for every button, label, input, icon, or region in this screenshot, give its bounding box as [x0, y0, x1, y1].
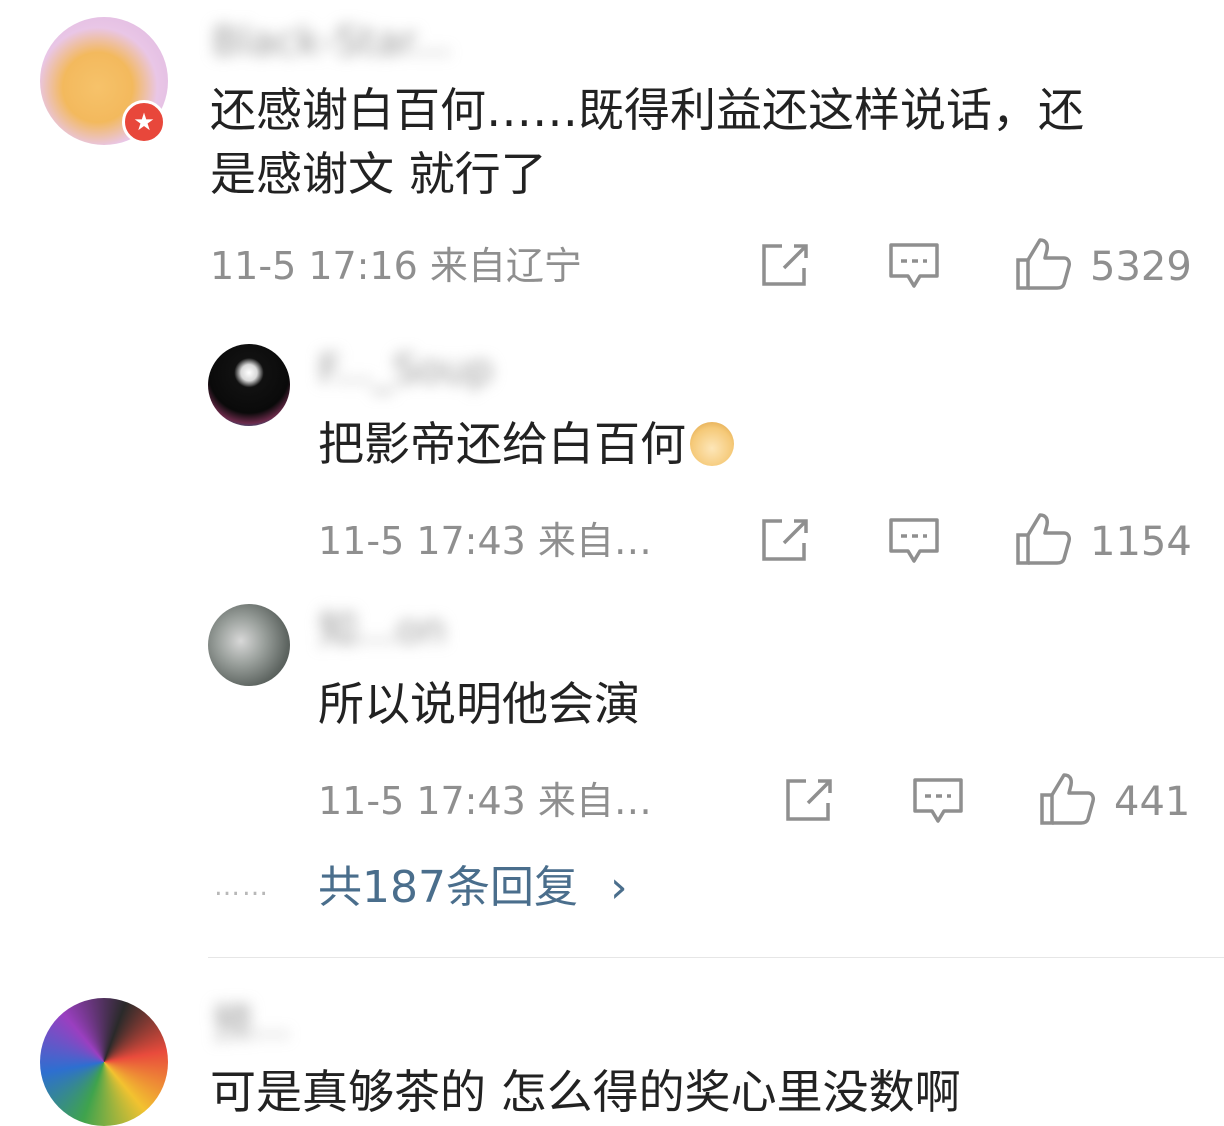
comment-text: 可是真够茶的 怎么得的奖心里没数啊 [210, 1065, 961, 1119]
comment-text: 还感谢白百何……既得利益还这样说话，还 [210, 83, 1084, 137]
comment-icon[interactable] [888, 517, 940, 565]
thumbs-up-icon[interactable] [1038, 771, 1096, 827]
thumbs-up-icon[interactable] [1014, 236, 1072, 292]
reply-text: 把影帝还给白百何 [318, 412, 734, 476]
avatar[interactable] [40, 998, 168, 1126]
share-icon[interactable] [760, 517, 810, 563]
thumbs-up-icon[interactable] [1014, 511, 1072, 567]
comment-icon[interactable] [888, 242, 940, 290]
reply-text-body: 把影帝还给白百何 [318, 417, 686, 471]
share-icon[interactable] [784, 777, 834, 823]
username[interactable]: 预... [212, 1004, 290, 1044]
share-icon[interactable] [760, 242, 810, 288]
avatar[interactable] [208, 604, 290, 686]
reply-meta: 11-5 17:43 来自… [318, 779, 652, 823]
more-replies-label: 共187条回复 [318, 862, 578, 913]
doge-emoji-icon [690, 422, 734, 466]
like-count: 1154 [1090, 519, 1192, 565]
username[interactable]: Black-Star... [212, 22, 451, 62]
like-count: 5329 [1090, 244, 1192, 290]
divider [208, 957, 1224, 958]
reply-meta: 11-5 17:43 来自… [318, 519, 652, 563]
username-text: 知...on [318, 607, 446, 653]
chevron-right-icon: › [609, 862, 628, 913]
avatar[interactable] [208, 344, 290, 426]
reply-text: 所以说明他会演 [318, 677, 640, 731]
like-count: 441 [1114, 779, 1191, 825]
comment-text: 是感谢文 就行了 [210, 147, 547, 201]
verified-badge-icon: ★ [122, 100, 166, 144]
comment-icon[interactable] [912, 777, 964, 825]
more-replies-link[interactable]: 共187条回复 › [318, 866, 628, 910]
comment-meta: 11-5 17:16 来自辽宁 [210, 244, 582, 288]
username[interactable]: F..._Soup [318, 350, 493, 390]
username[interactable]: 知...on [318, 610, 446, 650]
more-replies-dots: …… [214, 872, 270, 902]
